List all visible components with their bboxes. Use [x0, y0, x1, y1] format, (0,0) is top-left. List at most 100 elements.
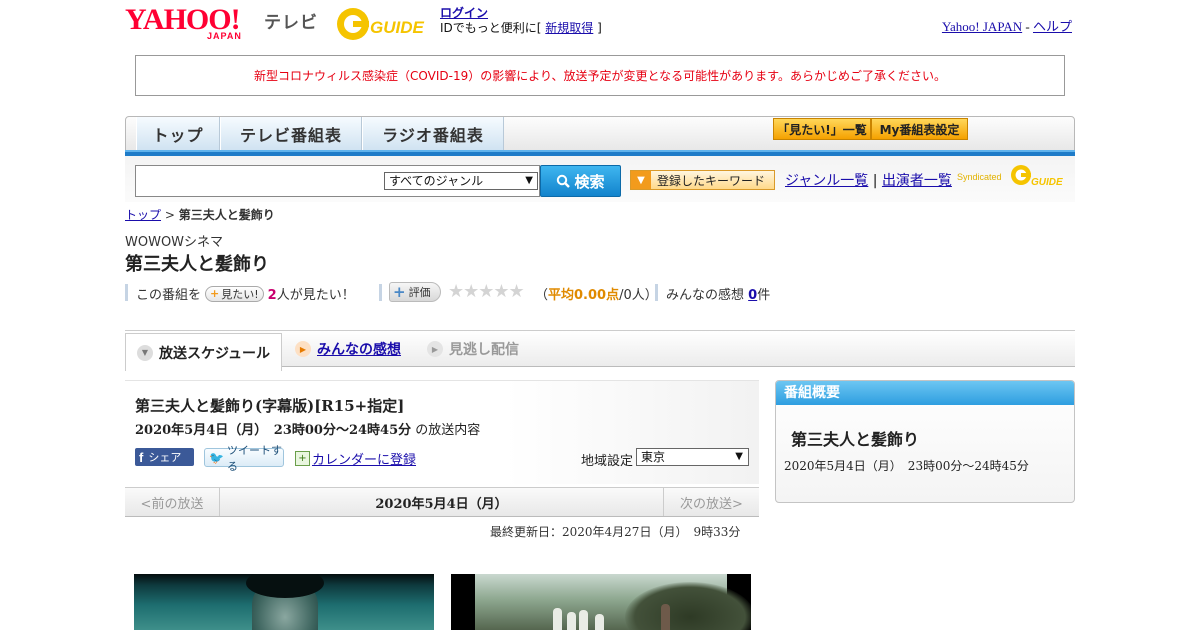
- image-figure: [661, 604, 670, 630]
- play-icon: ▶: [295, 341, 311, 357]
- kansou-label: みんなの感想: [666, 288, 745, 303]
- nav-tab-tv[interactable]: テレビ番組表: [220, 117, 362, 151]
- tab-kansou[interactable]: ▶ みんなの感想: [295, 331, 401, 367]
- tweet-button[interactable]: 🐦 ツイートする: [204, 444, 284, 473]
- rate-button-label: 評価: [408, 286, 431, 299]
- meta-divider: [379, 284, 382, 301]
- breadcrumb-top-link[interactable]: トップ: [125, 208, 161, 222]
- dropdown-arrow-icon: ▼: [735, 451, 743, 462]
- mitai-list-button[interactable]: 「見たい!」一覧: [773, 118, 871, 140]
- image-figure: [595, 614, 604, 630]
- genre-list-link[interactable]: ジャンル一覧: [785, 173, 868, 189]
- kansou-count-link[interactable]: 0: [748, 288, 757, 303]
- breadcrumb-current: 第三夫人と髪飾り: [178, 208, 275, 222]
- syndicated-label: Syndicated: [957, 172, 1002, 182]
- mitai-prefix: この番組を: [136, 288, 202, 303]
- gguide-small-icon: GUIDE: [1011, 165, 1063, 188]
- calendar-register[interactable]: + カレンダーに登録: [295, 449, 416, 468]
- summary-title: 第三夫人と髪飾り: [791, 430, 920, 449]
- nav-tab-radio[interactable]: ラジオ番組表: [362, 117, 504, 151]
- dropdown-arrow-icon: ▼: [525, 175, 533, 186]
- region-select[interactable]: 東京 ▼: [636, 448, 749, 466]
- mitai-count: 2: [267, 288, 277, 303]
- genre-select-value: すべてのジャンル: [389, 174, 484, 188]
- tv-label: テレビ: [264, 13, 318, 33]
- tab-kansou-label[interactable]: みんなの感想: [317, 339, 401, 359]
- program-tabs: ▼ 放送スケジュール ▶ みんなの感想 ▶ 見逃し配信: [125, 330, 1075, 371]
- genre-select[interactable]: すべてのジャンル ▼: [384, 172, 538, 190]
- performer-list-link[interactable]: 出演者一覧: [882, 173, 952, 189]
- broadcast-suffix: の放送内容: [415, 423, 481, 438]
- next-broadcast: 次の放送>: [663, 488, 759, 516]
- my-setting-button[interactable]: My番組表設定: [871, 118, 968, 140]
- mitai-button-label: 見たい!: [221, 287, 259, 301]
- broadcast-time: 2020年5月4日（月） 23時00分～24時45分 の放送内容: [135, 419, 480, 438]
- top-right-links: Yahoo! JAPAN - ヘルプ: [942, 16, 1072, 35]
- signup-link[interactable]: 新規取得: [545, 21, 593, 35]
- image-figure: [567, 612, 576, 630]
- svg-text:GUIDE: GUIDE: [370, 18, 425, 37]
- play-icon: ▶: [427, 341, 443, 357]
- summary-time: 2020年5月4日（月） 23時00分～24時45分: [784, 459, 1029, 473]
- calendar-link[interactable]: カレンダーに登録: [312, 449, 416, 468]
- avg-rest: /0人）: [619, 288, 658, 303]
- broadcast-title: 第三夫人と髪飾り(字幕版)[R15+指定]: [135, 397, 405, 415]
- login-link[interactable]: ログイン: [440, 6, 488, 20]
- yahoo-logo-text: YAHOO!: [125, 3, 241, 36]
- gguide-logo[interactable]: GUIDE: [334, 6, 432, 42]
- syndicated-logo-text: GUIDE: [1031, 177, 1063, 188]
- last-updated: 最終更新日：2020年4月27日（月） 9時33分: [490, 525, 741, 539]
- meta-divider: [655, 284, 658, 301]
- yahoo-japan-link[interactable]: Yahoo! JAPAN: [942, 19, 1022, 34]
- breadcrumb-separator: >: [164, 208, 175, 222]
- channel-name: WOWOWシネマ: [125, 235, 224, 250]
- chevron-down-icon: ▼: [137, 344, 153, 361]
- help-link[interactable]: ヘルプ: [1033, 19, 1072, 34]
- program-image-2[interactable]: [451, 574, 751, 630]
- avg-open: （: [535, 288, 549, 303]
- mitai-info: この番組を + 見たい! 2人が見たい！: [136, 284, 355, 303]
- avg-value: 平均0.00点: [548, 288, 620, 303]
- search-button[interactable]: 検索: [540, 165, 621, 197]
- covid-notice: 新型コロナウィルス感染症（COVID-19）の影響により、放送予定が変更となる可…: [135, 55, 1065, 96]
- current-broadcast-date: 2020年5月4日（月）: [375, 496, 508, 512]
- page-title: 第三夫人と髪飾り: [125, 254, 269, 275]
- share-label: シェア: [148, 451, 182, 464]
- gguide-logo-icon: GUIDE: [337, 8, 425, 40]
- tab-minogashi-label: 見逃し配信: [449, 342, 519, 358]
- kansou-unit: 件: [757, 288, 771, 303]
- image-tree: [625, 582, 751, 630]
- mitai-button[interactable]: + 見たい!: [205, 285, 264, 302]
- rating-stars: ★★★★★: [448, 281, 525, 302]
- search-icon: [557, 174, 571, 188]
- tab-schedule[interactable]: ▼ 放送スケジュール: [125, 333, 282, 371]
- twitter-bird-icon: 🐦: [209, 450, 224, 465]
- image-figure: [579, 610, 588, 630]
- meta-divider: [125, 284, 128, 301]
- yahoo-japan-logo[interactable]: YAHOO! JAPAN: [125, 3, 261, 42]
- date-navigation: <前の放送 2020年5月4日（月） 次の放送>: [125, 487, 759, 517]
- tab-schedule-label: 放送スケジュール: [159, 345, 271, 362]
- facebook-share-button[interactable]: f シェア: [135, 448, 194, 466]
- genre-links: ジャンル一覧 | 出演者一覧: [785, 170, 952, 190]
- nav-tab-top[interactable]: トップ: [136, 117, 220, 151]
- triangle-down-icon: ▼: [631, 171, 651, 189]
- region-select-value: 東京: [641, 450, 666, 464]
- login-sub-prefix: IDでもっと便利に[: [440, 21, 542, 35]
- summary-heading: 番組概要: [776, 381, 1074, 405]
- syndicated-gguide-logo: Syndicated GUIDE: [957, 163, 1069, 191]
- plus-icon: +: [210, 287, 220, 300]
- mitai-suffix: 人が見たい！: [276, 288, 355, 303]
- registered-keyword-label: 登録したキーワード: [657, 173, 766, 188]
- prev-broadcast: <前の放送: [125, 488, 220, 516]
- registered-keyword-button[interactable]: ▼ 登録したキーワード: [630, 170, 775, 190]
- breadcrumb: トップ > 第三夫人と髪飾り: [125, 206, 275, 223]
- image-figure: [553, 608, 562, 630]
- rate-button[interactable]: + 評価: [389, 282, 441, 302]
- program-image-1[interactable]: [134, 574, 434, 630]
- search-button-label: 検索: [574, 172, 605, 191]
- average-rating: （平均0.00点/0人）: [535, 284, 658, 303]
- tweet-label: ツイートする: [226, 443, 282, 473]
- yahoo-logo-japan: JAPAN: [207, 31, 242, 41]
- facebook-icon: f: [139, 449, 144, 465]
